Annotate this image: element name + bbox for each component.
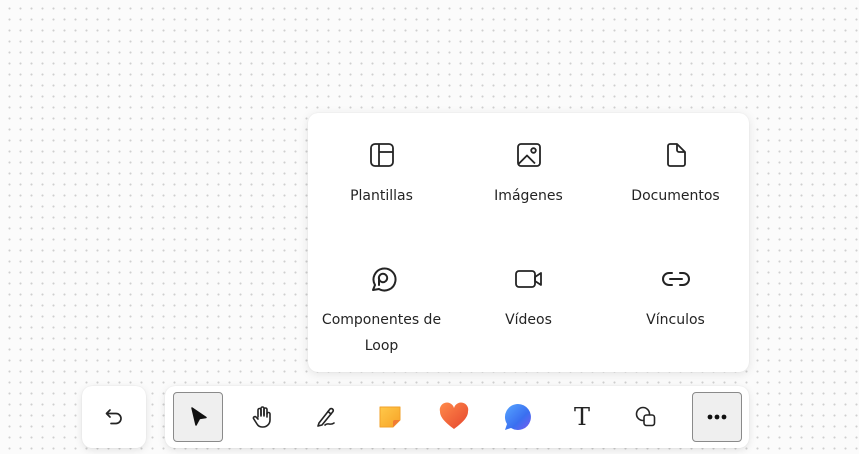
menu-item-images[interactable]: Imágenes bbox=[455, 141, 602, 209]
sticky-note-tool-button[interactable] bbox=[365, 392, 415, 442]
menu-item-loop-components[interactable]: Componentes de Loop bbox=[308, 265, 455, 359]
heart-icon bbox=[438, 402, 470, 432]
menu-item-links[interactable]: Vínculos bbox=[602, 265, 749, 333]
menu-item-videos[interactable]: Vídeos bbox=[455, 265, 602, 333]
link-icon bbox=[660, 265, 692, 293]
pointer-icon bbox=[187, 405, 209, 429]
menu-item-templates[interactable]: Plantillas bbox=[308, 141, 455, 209]
more-button[interactable] bbox=[692, 392, 742, 442]
text-tool-button[interactable]: T bbox=[557, 392, 607, 442]
shapes-tool-button[interactable] bbox=[621, 392, 671, 442]
menu-item-label: Plantillas bbox=[350, 188, 413, 204]
video-icon bbox=[513, 265, 545, 293]
more-icon bbox=[706, 413, 728, 421]
bottom-toolbar: T bbox=[165, 386, 749, 448]
sticky-note-icon bbox=[375, 402, 405, 432]
insert-menu: Plantillas Imágenes Documentos Component… bbox=[308, 113, 749, 372]
comment-icon bbox=[502, 401, 534, 433]
select-tool-button[interactable] bbox=[173, 392, 223, 442]
comment-tool-button[interactable] bbox=[493, 392, 543, 442]
hand-icon bbox=[249, 404, 275, 430]
reaction-tool-button[interactable] bbox=[429, 392, 479, 442]
menu-item-documents[interactable]: Documentos bbox=[602, 141, 749, 209]
shapes-icon bbox=[633, 404, 659, 430]
menu-item-label: Vídeos bbox=[505, 312, 552, 328]
pan-tool-button[interactable] bbox=[237, 392, 287, 442]
image-icon bbox=[515, 141, 543, 169]
text-icon: T bbox=[573, 403, 590, 431]
menu-item-label: Componentes de Loop bbox=[321, 312, 442, 354]
undo-icon bbox=[103, 406, 125, 428]
undo-button[interactable] bbox=[82, 386, 146, 448]
menu-item-label: Documentos bbox=[631, 188, 720, 204]
template-icon bbox=[368, 141, 396, 169]
menu-item-label: Vínculos bbox=[646, 312, 705, 328]
pen-icon bbox=[313, 404, 339, 430]
loop-icon bbox=[367, 265, 397, 293]
ink-tool-button[interactable] bbox=[301, 392, 351, 442]
menu-item-label: Imágenes bbox=[494, 188, 563, 204]
document-icon bbox=[662, 141, 690, 169]
